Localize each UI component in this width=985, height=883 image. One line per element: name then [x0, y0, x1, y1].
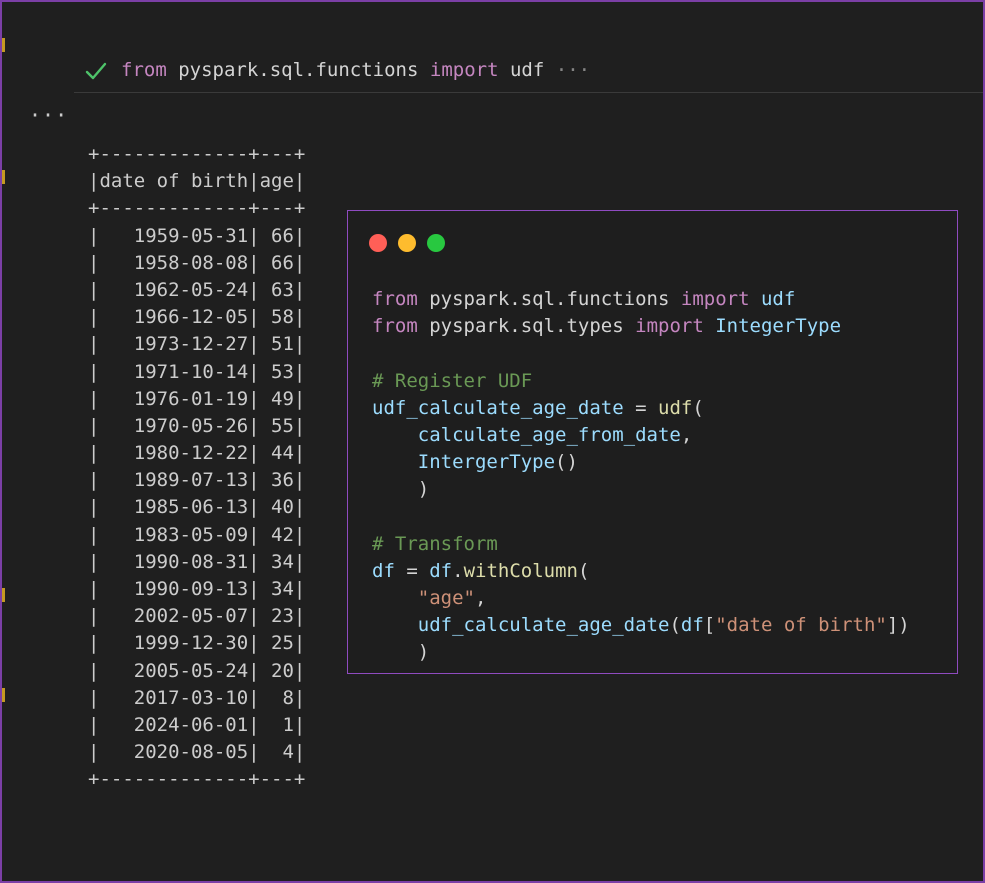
punctuation: (: [692, 396, 704, 419]
function-call: udf: [658, 396, 693, 419]
check-icon: [85, 62, 107, 80]
operator: =: [623, 396, 658, 419]
output-more-icon[interactable]: ···: [29, 105, 68, 125]
string-literal: "date of birth": [715, 614, 887, 637]
table-header: |date of birth|age|: [88, 170, 306, 193]
code-line: from pyspark.sql.types import IntegerTyp…: [372, 313, 910, 340]
code-snippet-window: from pyspark.sql.functions import udf fro…: [347, 210, 958, 674]
table-row: | 1983-05-09| 42|: [88, 523, 306, 546]
code-line: udf_calculate_age_date = udf(: [372, 395, 910, 422]
code-line: ): [372, 639, 910, 666]
table-border: +-------------+---+: [88, 197, 306, 220]
table-row: | 1990-09-13| 34|: [88, 578, 306, 600]
code-line: # Register UDF: [372, 368, 910, 395]
code-line: calculate_age_from_date,: [372, 422, 910, 449]
table-row: | 1980-12-22| 44|: [88, 442, 306, 465]
code-line: udf_calculate_age_date(df["date of birth…: [372, 612, 910, 639]
punctuation: ): [417, 641, 430, 664]
keyword-import: import: [635, 315, 704, 338]
punctuation: [: [703, 614, 716, 637]
punctuation: ]): [886, 614, 910, 637]
variable: df: [680, 614, 704, 637]
table-row: | 2005-05-24| 20|: [88, 659, 306, 682]
punctuation: (): [555, 451, 578, 474]
argument: calculate_age_from_date: [417, 423, 681, 446]
maximize-dot-icon: [427, 234, 445, 252]
punctuation: ,: [474, 587, 487, 610]
punctuation: .: [452, 559, 464, 582]
variable: df: [372, 559, 395, 582]
table-row: | 1985-06-13| 40|: [88, 496, 306, 519]
table-border: +-------------+---+: [88, 768, 306, 791]
code-comment: # Register UDF: [372, 369, 533, 392]
table-row: | 2024-06-01| 1|: [88, 713, 306, 736]
keyword-from: from: [121, 59, 167, 81]
table-row: | 2017-03-10| 8|: [88, 686, 306, 709]
table-row: | 1990-08-31| 34|: [88, 550, 306, 573]
table-row: | 1959-05-31| 66|: [88, 224, 306, 247]
variable: udf_calculate_age_date: [372, 396, 624, 419]
code-cell-collapsed[interactable]: from pyspark.sql.functions import udf ··…: [74, 50, 983, 93]
cell-output-table: +-------------+---+ |date of birth|age| +-…: [88, 140, 305, 793]
table-row: | 1971-10-14| 53|: [88, 360, 306, 383]
code-line: IntergerType(): [372, 449, 910, 476]
keyword-from: from: [372, 315, 418, 338]
collapsed-code-preview[interactable]: from pyspark.sql.functions import udf ··…: [121, 58, 590, 82]
module-name: pyspark.sql.functions: [178, 59, 419, 81]
variable: df: [429, 559, 453, 582]
string-literal: "age": [417, 587, 475, 610]
code-line: "age",: [372, 585, 910, 612]
code-line: from pyspark.sql.functions import udf: [372, 286, 910, 313]
gutter-marker: [2, 170, 5, 184]
keyword-from: from: [372, 288, 418, 310]
table-row: | 1999-12-30| 25|: [88, 632, 306, 655]
code-line: # Transform: [372, 531, 910, 558]
function-call: withColumn: [463, 559, 578, 582]
table-row: | 1973-12-27| 51|: [88, 333, 306, 356]
minimize-dot-icon: [398, 234, 416, 252]
table-row: | 2002-05-07| 23|: [88, 605, 306, 628]
notebook-frame: from pyspark.sql.functions import udf ··…: [0, 0, 985, 883]
function-call: udf_calculate_age_date: [417, 614, 670, 637]
gutter-marker: [2, 588, 5, 602]
table-row: | 1989-07-13| 36|: [88, 469, 306, 492]
gutter-marker: [2, 38, 5, 52]
table-row: | 1976-01-19| 49|: [88, 387, 306, 410]
expand-ellipsis-icon[interactable]: ···: [556, 59, 590, 81]
code-line: ): [372, 476, 910, 503]
table-border: +-------------+---+: [88, 143, 306, 165]
punctuation: ,: [680, 423, 693, 446]
operator: =: [394, 559, 430, 582]
keyword-import: import: [680, 288, 750, 310]
type-name: IntergerType: [417, 451, 556, 474]
punctuation: (: [669, 614, 681, 637]
table-row: | 1962-05-24| 63|: [88, 278, 306, 301]
close-dot-icon: [369, 234, 387, 252]
punctuation: ): [417, 478, 430, 501]
table-row: | 1958-08-08| 66|: [88, 251, 306, 274]
punctuation: (: [577, 559, 590, 582]
table-row: | 1970-05-26| 55|: [88, 414, 306, 437]
imported-name: udf: [760, 288, 796, 310]
imported-name: udf: [509, 59, 545, 81]
gutter-marker: [2, 688, 5, 702]
module-name: pyspark.sql.functions: [429, 288, 670, 310]
code-line: df = df.withColumn(: [372, 558, 910, 585]
module-name: pyspark.sql.types: [429, 315, 624, 338]
keyword-import: import: [429, 59, 499, 81]
table-row: | 2020-08-05| 4|: [88, 741, 306, 764]
code-comment: # Transform: [372, 532, 498, 555]
table-row: | 1966-12-05| 58|: [88, 306, 306, 329]
code-snippet: from pyspark.sql.functions import udf fro…: [372, 286, 910, 667]
imported-name: IntegerType: [715, 315, 842, 338]
